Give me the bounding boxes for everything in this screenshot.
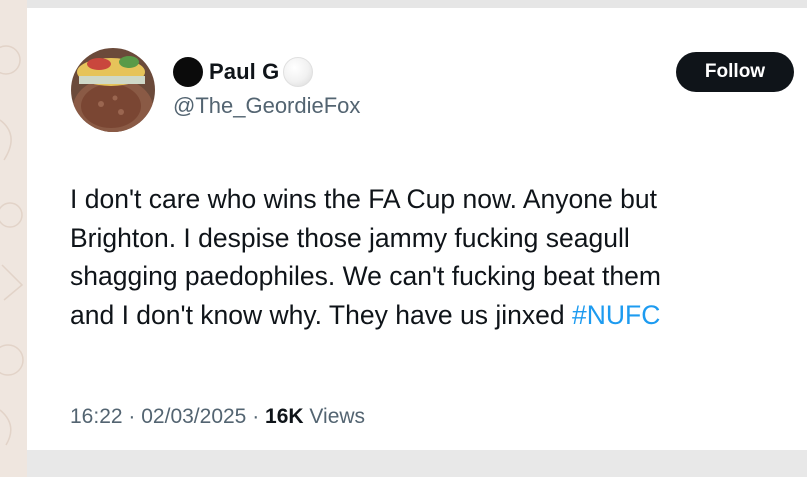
tweet-text-line: I don't care who wins the FA Cup now. An… bbox=[70, 184, 657, 214]
burger-avatar-icon bbox=[71, 48, 155, 132]
tweet-text-line: shagging paedophiles. We can't fucking b… bbox=[70, 261, 661, 291]
white-circle-emoji-icon bbox=[283, 57, 314, 87]
top-separator-band bbox=[27, 0, 807, 8]
views-count: 16K bbox=[265, 405, 304, 428]
user-handle[interactable]: @The_GeordieFox bbox=[173, 93, 360, 119]
tweet-card: Paul G @The_GeordieFox Follow I don't ca… bbox=[27, 8, 807, 450]
black-circle-emoji-icon bbox=[173, 57, 203, 87]
user-name-row: Paul G bbox=[173, 54, 314, 90]
tweet-date[interactable]: 02/03/2025 bbox=[141, 405, 246, 428]
follow-button[interactable]: Follow bbox=[676, 52, 794, 92]
tweet-text-line-last: and I don't know why. They have us jinxe… bbox=[70, 296, 807, 335]
tweet-text-line: Brighton. I despise those jammy fucking … bbox=[70, 222, 630, 253]
tweet-meta: 16:22 · 02/03/2025 · 16K Views bbox=[70, 405, 365, 429]
views-label: Views bbox=[309, 405, 366, 428]
decorative-background-pattern bbox=[0, 0, 30, 477]
hashtag-link[interactable]: #NUFC bbox=[572, 300, 660, 330]
avatar[interactable] bbox=[71, 48, 155, 132]
tweet-text: I don't care who wins the FA Cup now. An… bbox=[70, 180, 807, 334]
screenshot-stage: Paul G @The_GeordieFox Follow I don't ca… bbox=[0, 0, 807, 477]
display-name[interactable]: Paul G bbox=[209, 59, 279, 85]
meta-separator: · bbox=[128, 405, 136, 428]
tweet-time[interactable]: 16:22 bbox=[70, 405, 123, 428]
meta-separator: · bbox=[252, 405, 260, 428]
bottom-separator-band bbox=[27, 450, 807, 477]
tweet-text-line-content: and I don't know why. They have us jinxe… bbox=[70, 299, 572, 330]
